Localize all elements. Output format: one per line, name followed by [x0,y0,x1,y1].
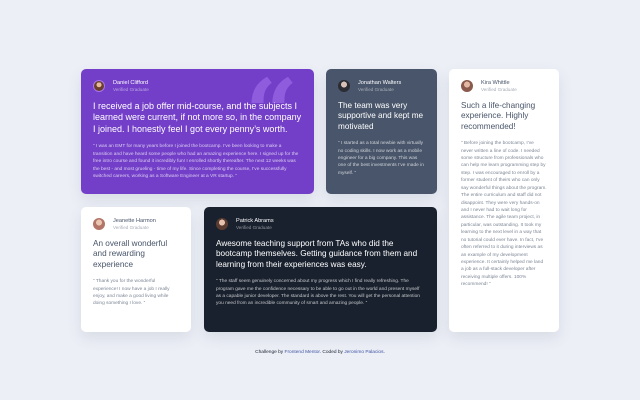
testimonial-card-patrick: Patrick Abrams Verified Graduate Awesome… [204,207,437,332]
author: Jeanette Harmon Verified Graduate [93,218,179,231]
author-name: Daniel Clifford [113,80,149,86]
author: Daniel Clifford Verified Graduate [93,80,302,93]
coder-link[interactable]: Jeronimo Palacios [344,350,383,355]
testimonial-card-jonathan: Jonathan Walters Verified Graduate The t… [326,69,437,194]
testimonial-card-daniel: “ Daniel Clifford Verified Graduate I re… [81,69,314,194]
testimonial-headline: I received a job offer mid-course, and t… [93,100,302,134]
avatar [338,80,350,93]
attribution-prefix: Challenge by [255,350,284,355]
testimonial-headline: The team was very supportive and kept me… [338,100,424,131]
attribution-suffix: . [383,350,385,355]
testimonial-body: “ I started as a total newbie with virtu… [338,141,424,176]
author-role: Verified Graduate [236,225,272,231]
testimonial-card-kira: Kira Whittle Verified Graduate Such a li… [449,69,559,332]
author: Patrick Abrams Verified Graduate [216,218,425,231]
testimonial-headline: Such a life-changing experience. Highly … [461,100,536,131]
testimonial-headline: An overall wonderful and rewarding exper… [93,238,168,269]
author-name: Jonathan Walters [358,80,402,86]
author-role: Verified Graduate [358,87,394,93]
attribution: Challenge by Frontend Mentor. Coded by J… [0,350,640,355]
author-name: Kira Whittle [481,80,510,86]
frontend-mentor-link[interactable]: Frontend Mentor [285,350,320,355]
avatar [216,218,228,231]
author-role: Verified Graduate [481,87,517,93]
avatar [93,80,105,93]
author-name: Jeanette Harmon [113,218,156,224]
avatar [93,218,105,231]
testimonial-card-jeanette: Jeanette Harmon Verified Graduate An ove… [81,207,191,332]
author: Kira Whittle Verified Graduate [461,80,547,93]
author: Jonathan Walters Verified Graduate [338,80,425,93]
testimonial-body: “ The staff seem genuinely concerned abo… [216,279,420,307]
avatar [461,80,473,93]
testimonial-body: “ I was an EMT for many years before I j… [93,144,299,179]
author-role: Verified Graduate [113,225,149,231]
testimonial-body: “ Before joining the bootcamp, I’ve neve… [461,141,547,288]
attribution-middle: . Coded by [319,350,343,355]
testimonial-headline: Awesome teaching support from TAs who di… [216,238,418,269]
author-name: Patrick Abrams [236,218,274,224]
testimonial-body: “ Thank you for the wonderful experience… [93,279,170,307]
author-role: Verified Graduate [113,87,149,93]
